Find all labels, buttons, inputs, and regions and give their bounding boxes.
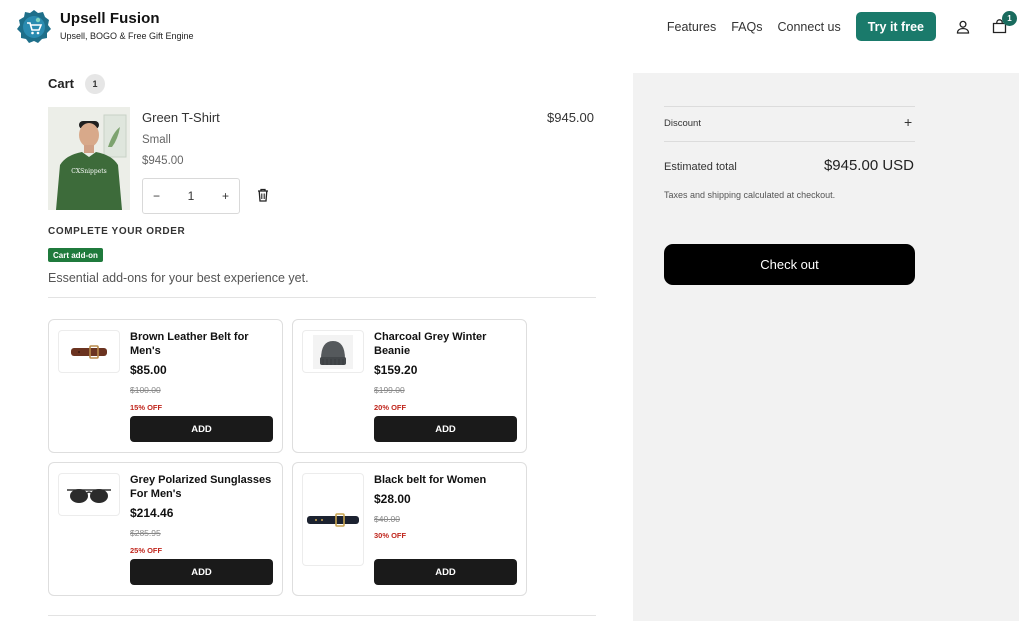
upsell-product-card: Charcoal Grey Winter Beanie $159.20 $199… <box>292 319 527 453</box>
cart-item-count: 1 <box>85 74 105 94</box>
cart-button[interactable]: 1 <box>988 10 1017 38</box>
tax-note: Taxes and shipping calculated at checkou… <box>664 190 836 200</box>
increase-quantity-button[interactable]: + <box>222 189 229 203</box>
brand-logo-icon[interactable] <box>16 9 52 45</box>
checkout-button[interactable]: Check out <box>664 244 915 285</box>
section-divider <box>48 297 596 298</box>
try-it-free-button[interactable]: Try it free <box>855 12 936 41</box>
upsell-product-card: Grey Polarized Sunglasses For Men's $214… <box>48 462 283 596</box>
add-button[interactable]: ADD <box>130 416 273 442</box>
product-image[interactable] <box>58 473 120 516</box>
sunglasses-icon <box>67 488 111 503</box>
estimated-total-value: $945.00 USD <box>823 157 914 174</box>
site-header: Upsell Fusion Upsell, BOGO & Free Gift E… <box>0 0 1024 54</box>
cart-addon-badge: Cart add-on <box>48 248 103 262</box>
product-compare-price: $199.00 <box>374 385 405 395</box>
t-shirt-model-icon: CXSnippets <box>48 107 130 210</box>
product-compare-price: $100.00 <box>130 385 161 395</box>
cart-item-line-total: $945.00 <box>547 110 594 125</box>
cart-item-variant: Small <box>142 134 171 146</box>
product-image[interactable] <box>302 330 364 373</box>
quantity-stepper[interactable]: − 1 + <box>142 178 240 214</box>
nav-connect-link[interactable]: Connect us <box>777 20 840 34</box>
section-divider <box>48 615 596 616</box>
summary-divider <box>664 141 915 142</box>
cart-item-image[interactable]: CXSnippets <box>48 107 130 210</box>
order-summary-panel: Discount + Estimated total $945.00 USD T… <box>633 73 1019 621</box>
product-discount: 25% OFF <box>130 546 163 555</box>
add-button[interactable]: ADD <box>130 559 273 585</box>
main-nav: Features FAQs Connect us Try it free 1 <box>667 10 1024 41</box>
upsell-product-card: Brown Leather Belt for Men's $85.00 $100… <box>48 319 283 453</box>
discount-label[interactable]: Discount <box>664 118 701 129</box>
cart-title: Cart <box>48 76 75 91</box>
trash-icon[interactable] <box>256 187 270 203</box>
account-button[interactable] <box>952 16 974 38</box>
product-price: $214.46 <box>130 506 174 520</box>
user-icon <box>956 20 970 34</box>
brown-belt-icon <box>71 344 107 359</box>
add-button[interactable]: ADD <box>374 559 517 585</box>
upsell-section-title: COMPLETE YOUR ORDER <box>48 226 186 237</box>
upsell-description: Essential add-ons for your best experien… <box>48 271 309 285</box>
nav-features-link[interactable]: Features <box>667 20 716 34</box>
brand-name: Upsell Fusion <box>60 10 160 27</box>
product-compare-price: $40.00 <box>374 514 400 524</box>
product-name[interactable]: Black belt for Women <box>374 473 519 487</box>
add-button[interactable]: ADD <box>374 416 517 442</box>
nav-faqs-link[interactable]: FAQs <box>731 20 762 34</box>
beanie-icon <box>313 334 353 369</box>
product-discount: 20% OFF <box>374 403 407 412</box>
cart-count-badge: 1 <box>1002 10 1017 26</box>
cart-item-name[interactable]: Green T-Shirt <box>142 110 220 125</box>
product-image[interactable] <box>302 473 364 566</box>
cart-item-unit-price: $945.00 <box>142 155 184 167</box>
shirt-print-text: CXSnippets <box>71 168 106 175</box>
product-image[interactable] <box>58 330 120 373</box>
product-name[interactable]: Brown Leather Belt for Men's <box>130 330 275 358</box>
product-name[interactable]: Charcoal Grey Winter Beanie <box>374 330 519 358</box>
quantity-input[interactable]: 1 <box>188 189 195 203</box>
decrease-quantity-button[interactable]: − <box>153 189 160 203</box>
product-name[interactable]: Grey Polarized Sunglasses For Men's <box>130 473 275 501</box>
summary-divider <box>664 106 915 107</box>
product-compare-price: $285.95 <box>130 528 161 538</box>
product-discount: 15% OFF <box>130 403 163 412</box>
upsell-product-card: Black belt for Women $28.00 $40.00 30% O… <box>292 462 527 596</box>
product-price: $85.00 <box>130 363 167 377</box>
discount-expand-icon[interactable]: + <box>904 114 912 130</box>
product-discount: 30% OFF <box>374 531 407 540</box>
brand-tagline: Upsell, BOGO & Free Gift Engine <box>60 31 194 41</box>
black-belt-icon <box>307 512 359 527</box>
product-price: $159.20 <box>374 363 418 377</box>
product-price: $28.00 <box>374 492 411 506</box>
brand: Upsell Fusion Upsell, BOGO & Free Gift E… <box>60 10 194 41</box>
estimated-total-label: Estimated total <box>664 161 737 173</box>
